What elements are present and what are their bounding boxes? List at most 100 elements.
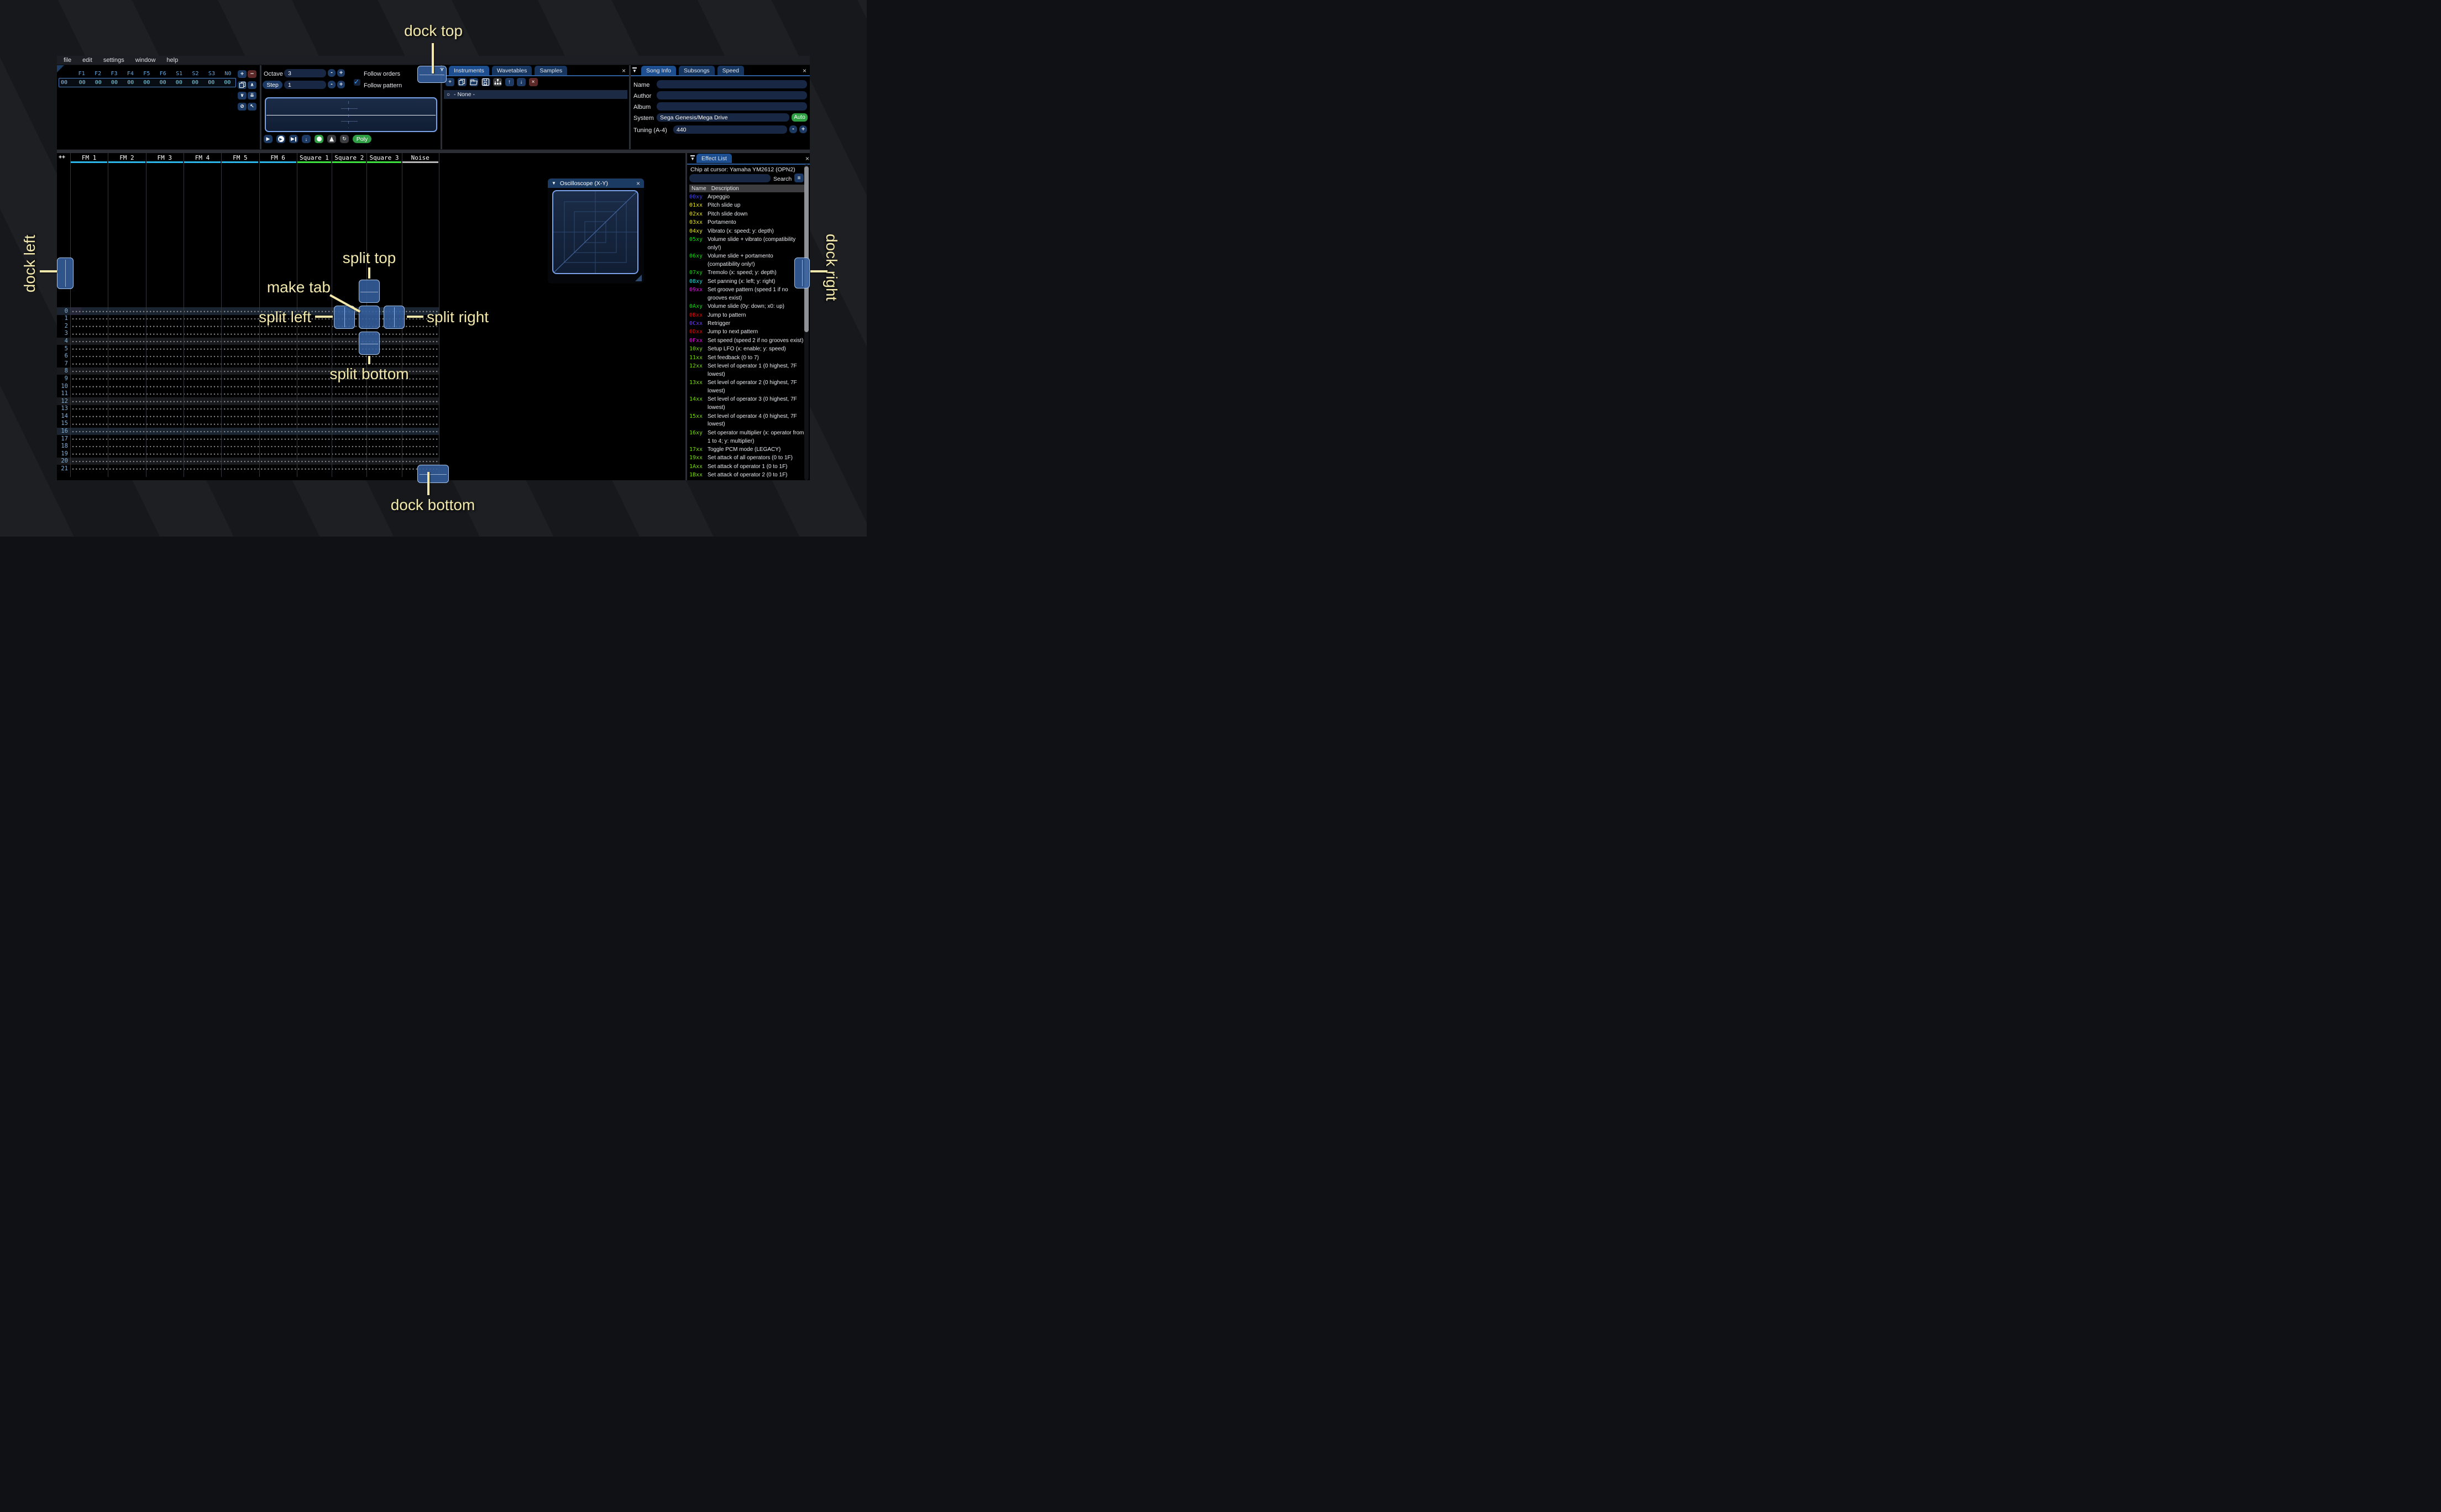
- order-change-mode-button[interactable]: ↖: [248, 102, 256, 111]
- order-cell[interactable]: 00: [123, 80, 139, 86]
- pattern-row[interactable]: 18: [57, 442, 439, 450]
- pattern-row[interactable]: 20: [57, 457, 439, 465]
- menu-item-file[interactable]: file: [64, 57, 71, 64]
- effect-list-item[interactable]: 0Dxx Jump to next pattern: [689, 328, 807, 337]
- pattern-row[interactable]: 1: [57, 314, 439, 323]
- delete-instrument-button[interactable]: ×: [528, 78, 538, 86]
- tab-speed[interactable]: Speed: [717, 66, 745, 75]
- poly-button[interactable]: Poly: [353, 135, 371, 143]
- menu-item-settings[interactable]: settings: [103, 57, 124, 64]
- pattern-row[interactable]: 2: [57, 322, 439, 330]
- octave-minus-button[interactable]: -: [328, 69, 336, 77]
- panel-divider[interactable]: [260, 65, 261, 149]
- menu-item-help[interactable]: help: [166, 57, 178, 64]
- tuning-plus-button[interactable]: +: [799, 125, 807, 133]
- dock-right-target[interactable]: [794, 258, 810, 288]
- order-cell[interactable]: 00: [187, 80, 203, 86]
- effect-list-item[interactable]: 14xx Set level of operator 3 (0 highest, …: [689, 396, 807, 412]
- metronome-button[interactable]: [327, 135, 336, 143]
- channel-header-fm-2[interactable]: FM 2: [108, 154, 145, 161]
- collapse-icon[interactable]: ▼: [632, 67, 637, 74]
- channel-header-fm-1[interactable]: FM 1: [70, 154, 108, 161]
- tab-samples[interactable]: Samples: [535, 66, 568, 75]
- effect-list-item[interactable]: 0Bxx Jump to pattern: [689, 312, 807, 320]
- pattern-row[interactable]: 13: [57, 405, 439, 413]
- tab-subsongs[interactable]: Subsongs: [678, 66, 715, 75]
- expand-orders-button[interactable]: ++: [59, 154, 65, 160]
- effect-list-item[interactable]: 04xy Vibrato (x: speed; y: depth): [689, 228, 807, 236]
- effect-list-item[interactable]: 03xx Portamento: [689, 219, 807, 227]
- tab-effect-list[interactable]: Effect List: [696, 154, 732, 163]
- order-cell[interactable]: 00: [106, 80, 122, 86]
- repeat-pattern-button[interactable]: ↻: [340, 135, 349, 143]
- auto-system-button[interactable]: Auto: [792, 113, 808, 122]
- order-column-S1[interactable]: S1: [171, 71, 187, 77]
- instrument-type-button[interactable]: [493, 78, 502, 86]
- channel-header-fm-3[interactable]: FM 3: [146, 154, 184, 161]
- duplicate-order-end-button[interactable]: ⇊: [248, 92, 256, 100]
- order-column-F3[interactable]: F3: [106, 71, 122, 77]
- effect-list-item[interactable]: 0Axy Volume slide (0y: down; x0: up): [689, 303, 807, 311]
- play-from-cursor-button[interactable]: ▶: [276, 135, 285, 143]
- step-label[interactable]: Step: [263, 81, 282, 89]
- effect-list-item[interactable]: 1Axx Set attack of operator 1 (0 to 1F): [689, 463, 807, 471]
- oscilloscope-title-bar[interactable]: ▼ Oscilloscope (X-Y) ×: [548, 179, 644, 188]
- play-one-row-button[interactable]: ▶: [289, 135, 298, 143]
- split-right-target[interactable]: [384, 306, 405, 329]
- effect-list-item[interactable]: 10xy Setup LFO (x: enable; y: speed): [689, 345, 807, 354]
- tuning-minus-button[interactable]: -: [789, 125, 797, 133]
- effect-list-item[interactable]: 11xx Set feedback (0 to 7): [689, 354, 807, 363]
- move-instrument-down-button[interactable]: ↓: [517, 78, 526, 86]
- order-column-N0[interactable]: N0: [220, 71, 236, 77]
- effect-list-item[interactable]: 15xx Set level of operator 4 (0 highest, …: [689, 413, 807, 429]
- author-field[interactable]: [657, 91, 807, 99]
- move-order-down-button[interactable]: ∨: [238, 92, 247, 100]
- panel-divider[interactable]: [629, 65, 631, 149]
- effect-list-item[interactable]: 13xx Set level of operator 2 (0 highest, …: [689, 379, 807, 396]
- pattern-row[interactable]: 15: [57, 419, 439, 428]
- effect-list-item[interactable]: 16xy Set operator multiplier (x: operator…: [689, 429, 807, 446]
- effect-list-item[interactable]: 07xy Tremolo (x: speed; y: depth): [689, 269, 807, 277]
- effect-list-item[interactable]: 09xx Set groove pattern (speed 1 if no gr…: [689, 286, 807, 303]
- order-cell[interactable]: 00: [139, 80, 155, 86]
- duplicate-order-button[interactable]: [238, 81, 247, 89]
- effect-list-item[interactable]: 02xx Pitch slide down: [689, 211, 807, 219]
- pattern-row[interactable]: 5: [57, 345, 439, 353]
- order-column-F4[interactable]: F4: [122, 71, 138, 77]
- split-bottom-target[interactable]: [359, 332, 380, 355]
- order-cell[interactable]: 00: [90, 80, 106, 86]
- menu-item-window[interactable]: window: [135, 57, 156, 64]
- order-column-F6[interactable]: F6: [155, 71, 171, 77]
- album-field[interactable]: [657, 102, 807, 111]
- channel-header-square-2[interactable]: Square 2: [332, 154, 366, 161]
- tuning-field[interactable]: 440: [673, 125, 787, 134]
- pattern-row[interactable]: 6: [57, 352, 439, 360]
- pattern-row[interactable]: 12: [57, 397, 439, 405]
- play-button[interactable]: ▶: [264, 135, 273, 143]
- pattern-row[interactable]: 14: [57, 412, 439, 420]
- effect-list-item[interactable]: 12xx Set level of operator 1 (0 highest, …: [689, 363, 807, 379]
- menu-item-edit[interactable]: edit: [82, 57, 92, 64]
- dock-left-target[interactable]: [57, 258, 74, 289]
- save-instrument-button[interactable]: [481, 78, 490, 86]
- order-column-F1[interactable]: F1: [74, 71, 90, 77]
- effect-list-item[interactable]: 06xy Volume slide + portamento (compatibi…: [689, 253, 807, 269]
- add-instrument-button[interactable]: +: [446, 78, 454, 86]
- order-cell[interactable]: 00: [219, 80, 235, 86]
- follow-orders-checkbox[interactable]: [354, 78, 360, 86]
- tab-instruments[interactable]: Instruments: [449, 66, 489, 75]
- channel-header-fm-5[interactable]: FM 5: [221, 154, 259, 161]
- order-column-S3[interactable]: S3: [203, 71, 219, 77]
- pattern-row[interactable]: 17: [57, 435, 439, 443]
- effect-list-item[interactable]: 1Bxx Set attack of operator 2 (0 to 1F): [689, 471, 807, 480]
- pattern-row[interactable]: 21: [57, 465, 439, 473]
- effect-list-item[interactable]: 01xx Pitch slide up: [689, 202, 807, 210]
- pattern-row[interactable]: 11: [57, 390, 439, 398]
- dock-bottom-target[interactable]: [417, 465, 449, 483]
- split-top-target[interactable]: [359, 280, 380, 303]
- step-minus-button[interactable]: -: [328, 81, 336, 88]
- step-plus-button[interactable]: +: [337, 81, 345, 88]
- tab-wavetables[interactable]: Wavetables: [491, 66, 532, 75]
- effect-list-item[interactable]: 17xx Toggle PCM mode (LEGACY): [689, 446, 807, 454]
- system-field[interactable]: Sega Genesis/Mega Drive: [657, 113, 789, 122]
